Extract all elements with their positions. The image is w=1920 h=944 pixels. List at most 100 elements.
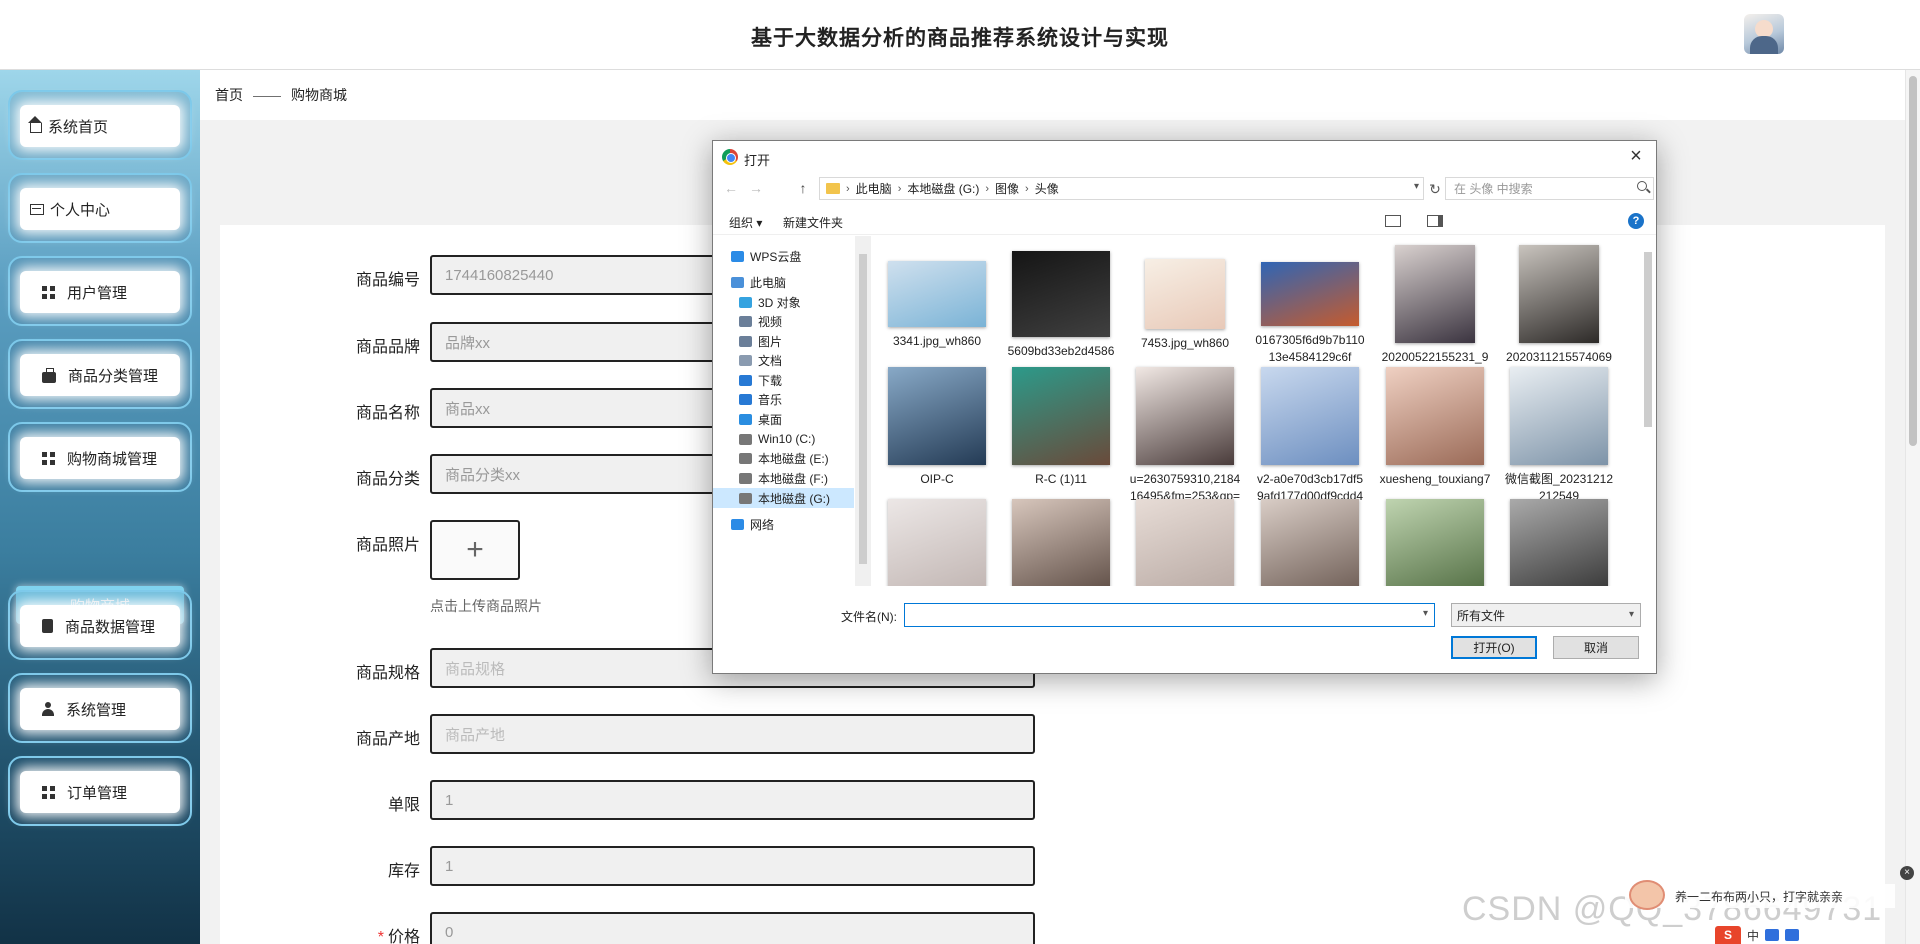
sogou-icon[interactable]: S: [1715, 926, 1741, 944]
file-thumbnail: [888, 367, 986, 465]
path-segment[interactable]: 图像: [995, 180, 1019, 197]
nav-item[interactable]: 视频: [713, 311, 854, 331]
file-item[interactable]: xuesheng_touxiang7: [1379, 367, 1491, 488]
ime-mode[interactable]: 中: [1747, 927, 1759, 944]
photo-upload-button[interactable]: +: [430, 520, 520, 580]
path-segment[interactable]: 本地磁盘 (G:): [907, 180, 979, 197]
file-item[interactable]: [1503, 499, 1615, 586]
keyboard-icon[interactable]: [1765, 929, 1780, 941]
nav-item[interactable]: 下载: [713, 370, 854, 390]
notification-toast[interactable]: 养一二布布两小只，打字就亲亲: [1625, 880, 1895, 910]
file-grid-scrollbar-thumb[interactable]: [1644, 252, 1652, 427]
up-arrow-icon[interactable]: ↑: [795, 180, 811, 196]
price-input[interactable]: 0: [430, 912, 1035, 944]
grid-icon[interactable]: [1785, 929, 1800, 941]
file-item[interactable]: 5609bd33eb2d4586: [1005, 245, 1117, 360]
nav-item-label: Win10 (C:): [758, 432, 816, 446]
app-title: 基于大数据分析的商品推荐系统设计与实现: [751, 27, 1169, 50]
sidebar-item-label: 商品分类管理: [68, 367, 159, 385]
breadcrumb-home[interactable]: 首页: [215, 85, 243, 105]
file-thumbnail: [1510, 499, 1608, 586]
sidebar-item-system-management[interactable]: 系统管理: [8, 673, 192, 743]
nav-item[interactable]: 此电脑: [713, 272, 854, 292]
sidebar-item-category-management[interactable]: 商品分类管理: [8, 339, 192, 409]
file-item[interactable]: [1005, 499, 1117, 586]
close-icon[interactable]: ×: [1626, 146, 1646, 166]
filename-input[interactable]: ▾: [904, 603, 1435, 627]
file-grid-scrollbar[interactable]: [1640, 236, 1656, 586]
page-scrollbar-thumb[interactable]: [1909, 76, 1917, 446]
folder-search-input[interactable]: 在 头像 中搜索: [1445, 177, 1654, 200]
nav-item[interactable]: 3D 对象: [713, 292, 854, 312]
file-item[interactable]: 微信截图_20231212212549: [1503, 367, 1615, 505]
sidebar-item-label: 用户管理: [67, 284, 128, 302]
nav-item[interactable]: 本地磁盘 (E:): [713, 448, 854, 468]
file-thumbnail: [1386, 367, 1484, 465]
navigation-scrollbar[interactable]: [855, 236, 871, 586]
preview-pane-icon[interactable]: [1427, 215, 1443, 227]
limit-input[interactable]: 1: [430, 780, 1035, 820]
file-item[interactable]: [1129, 499, 1241, 586]
file-item[interactable]: 0167305f6d9b7b11013e4584129c6f: [1254, 245, 1366, 366]
nav-item[interactable]: WPS云盘: [713, 246, 854, 266]
file-item[interactable]: [1379, 499, 1491, 586]
toast-text: 养一二布布两小只，打字就亲亲: [1675, 889, 1844, 904]
file-item[interactable]: OIP-C: [881, 367, 993, 488]
view-options-icon[interactable]: [1385, 215, 1401, 227]
sidebar-item-product-data-management[interactable]: 商品数据管理: [8, 590, 192, 660]
file-item[interactable]: 20203112155740697: [1503, 245, 1615, 383]
chevron-down-icon[interactable]: ▾: [1423, 608, 1428, 619]
forward-arrow-icon[interactable]: →: [748, 180, 764, 196]
path-segment[interactable]: 头像: [1035, 180, 1059, 197]
path-segment[interactable]: 此电脑: [856, 180, 892, 197]
nav-item[interactable]: 网络: [713, 514, 854, 534]
folder-icon: [739, 452, 752, 464]
address-bar[interactable]: › 此电脑 › 本地磁盘 (G:) › 图像 › 头像 ▾: [819, 177, 1424, 200]
file-thumbnail: [1012, 367, 1110, 465]
filetype-select[interactable]: 所有文件 ▾: [1451, 603, 1641, 627]
refresh-icon[interactable]: ↻: [1426, 180, 1444, 198]
file-item[interactable]: [1254, 499, 1366, 586]
sidebar-item-personal-center[interactable]: 个人中心: [8, 173, 192, 243]
open-button[interactable]: 打开(O): [1451, 636, 1537, 659]
file-item[interactable]: 3341.jpg_wh860: [881, 245, 993, 350]
filename-label: 文件名(N):: [841, 610, 897, 624]
organize-menu[interactable]: 组织 ▾: [729, 214, 762, 231]
nav-item-label: 本地磁盘 (E:): [758, 451, 829, 466]
nav-item[interactable]: Win10 (C:): [713, 429, 854, 449]
clipboard-icon: [42, 619, 53, 633]
sidebar-item-home[interactable]: 系统首页: [8, 90, 192, 160]
nav-item[interactable]: 本地磁盘 (F:): [713, 468, 854, 488]
nav-item[interactable]: 本地磁盘 (G:): [713, 488, 854, 508]
page-scrollbar[interactable]: [1905, 70, 1920, 944]
nav-item[interactable]: 音乐: [713, 389, 854, 409]
sidebar-item-user-management[interactable]: 用户管理: [8, 256, 192, 326]
home-icon: [28, 116, 42, 133]
file-item[interactable]: 20200522155231_98841: [1379, 245, 1491, 383]
chevron-down-icon[interactable]: ▾: [1414, 181, 1419, 192]
nav-item-label: 视频: [758, 314, 783, 329]
close-icon[interactable]: ×: [1900, 866, 1914, 880]
help-icon[interactable]: ?: [1628, 213, 1644, 229]
nav-item[interactable]: 文档: [713, 350, 854, 370]
sidebar-item-mall-management[interactable]: 购物商城管理: [8, 422, 192, 492]
user-avatar[interactable]: [1744, 14, 1784, 54]
new-folder-button[interactable]: 新建文件夹: [783, 214, 843, 231]
nav-item[interactable]: 桌面: [713, 409, 854, 429]
nav-item[interactable]: 图片: [713, 331, 854, 351]
breadcrumb: 首页 —— 购物商城: [200, 70, 1905, 120]
file-item[interactable]: [881, 499, 993, 586]
folder-icon: [739, 354, 752, 366]
back-arrow-icon[interactable]: ←: [723, 180, 739, 196]
nav-item-label: 图片: [758, 334, 783, 349]
file-item[interactable]: R-C (1)11: [1005, 367, 1117, 488]
ime-toolbar[interactable]: S 中: [1715, 926, 1800, 944]
dialog-titlebar[interactable]: 打开 ×: [713, 141, 1656, 173]
sidebar-item-order-management[interactable]: 订单管理: [8, 756, 192, 826]
stock-input[interactable]: 1: [430, 846, 1035, 886]
origin-input[interactable]: 商品产地: [430, 714, 1035, 754]
nav-item-label: 本地磁盘 (F:): [758, 471, 828, 486]
navigation-scrollbar-thumb[interactable]: [859, 254, 867, 564]
cancel-button[interactable]: 取消: [1553, 636, 1639, 659]
file-item[interactable]: 7453.jpg_wh860: [1129, 245, 1241, 352]
